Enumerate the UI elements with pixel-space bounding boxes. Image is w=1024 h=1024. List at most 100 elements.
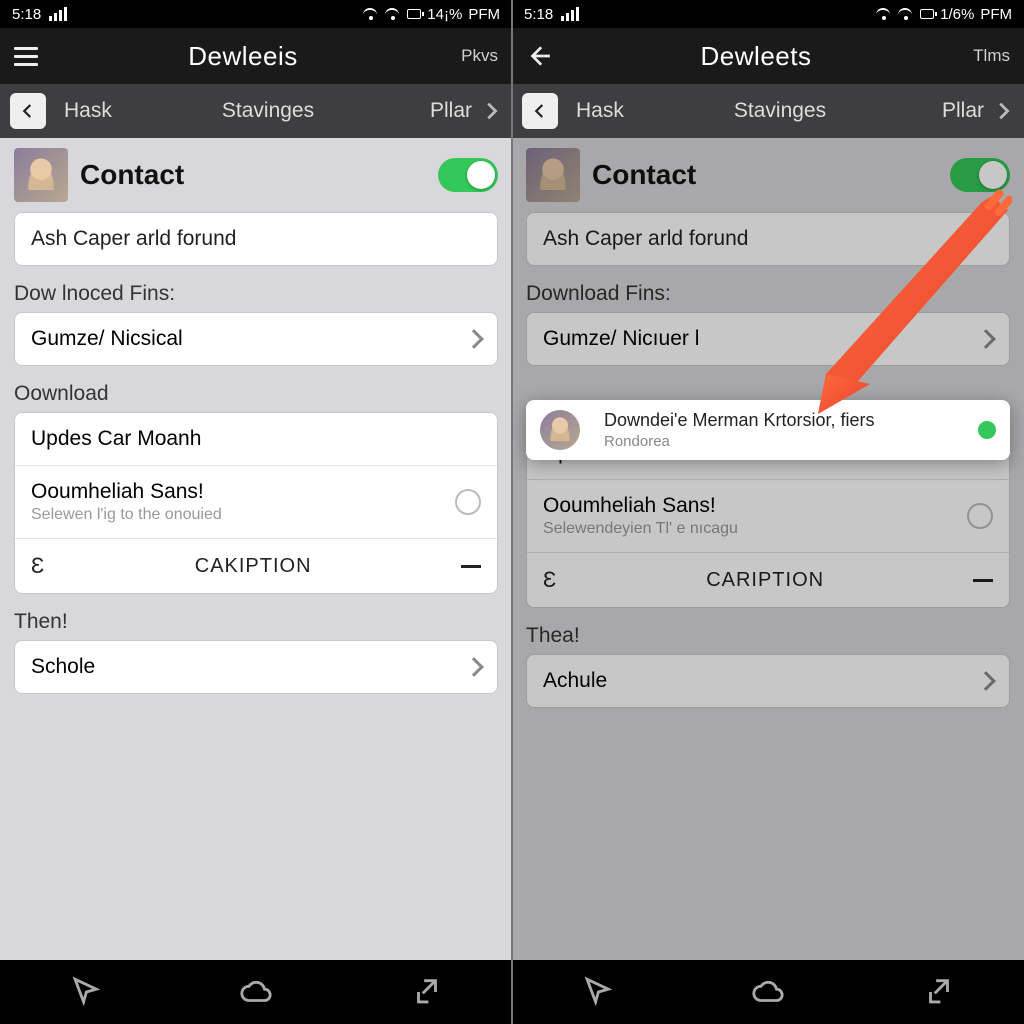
subnav-item-3[interactable]: Pllar <box>333 99 480 123</box>
wifi-icon <box>363 8 379 20</box>
contact-toggle[interactable] <box>950 158 1010 192</box>
select-card-1: Gumze/ Nicsical <box>14 312 498 366</box>
status-dot-icon <box>978 421 996 439</box>
then-card: Achule <box>526 654 1010 708</box>
content-area: Contact Ash Caper arld forund Download F… <box>512 138 1024 960</box>
download-row-2[interactable]: Ooumheliah Sans! Selewendeyien Tl' e nıc… <box>527 479 1009 552</box>
select-row-1[interactable]: Gumze/ Nicıuer l <box>527 313 1009 365</box>
app-header: Dewleeis Pkvs <box>0 28 512 84</box>
radio-empty-icon[interactable] <box>967 503 993 529</box>
status-suffix: PFM <box>468 6 500 23</box>
download-row-2-sub: Selewen l'ig to the onouied <box>31 506 222 524</box>
subnav-item-3[interactable]: Pllar <box>845 99 992 123</box>
name-field[interactable]: Ash Caper arld forund <box>15 213 497 265</box>
name-field-card: Ash Caper arld forund <box>14 212 498 266</box>
caption-row[interactable]: Ɛ CAKIPTION <box>15 538 497 593</box>
chevron-right-icon <box>976 671 996 691</box>
status-time: 5:18 <box>524 6 553 23</box>
minus-icon <box>461 565 481 568</box>
chevron-right-icon <box>464 657 484 677</box>
battery-icon <box>920 9 934 19</box>
chevron-right-icon <box>976 329 996 349</box>
download-row-1[interactable]: Updes Car Moanh <box>15 413 497 465</box>
header-action[interactable]: Tlms <box>960 46 1010 66</box>
select-card-1: Gumze/ Nicıuer l <box>526 312 1010 366</box>
nav-mouse-icon[interactable] <box>68 975 102 1009</box>
subnav-back-button[interactable] <box>522 93 558 129</box>
status-bar: 5:18 1/6% PFM <box>512 0 1024 28</box>
popup-title: Downdei'e Merman Krtorsior, fiers <box>604 410 966 431</box>
header-title: Dewleeis <box>38 41 448 72</box>
contact-header-row: Contact <box>14 138 498 212</box>
nav-share-icon[interactable] <box>922 975 956 1009</box>
header-title: Dewleets <box>552 41 960 72</box>
caption-label: CAKIPTION <box>195 555 312 578</box>
download-row-2-sub: Selewendeyien Tl' e nıcagu <box>543 520 738 538</box>
name-field-card: Ash Caper arld forund <box>526 212 1010 266</box>
wifi-icon-2 <box>898 8 914 20</box>
select-value-1: Gumze/ Nicıuer l <box>543 327 699 351</box>
section-label-download-fins: Dow lnoced Fins: <box>14 282 498 306</box>
subnav-forward-icon[interactable] <box>992 100 1014 122</box>
subnav-item-1[interactable]: Hask <box>568 99 707 123</box>
contact-header-row: Contact <box>526 138 1010 212</box>
content-area: Contact Ash Caper arld forund Dow lnoced… <box>0 138 512 960</box>
section-label-then: Then! <box>14 610 498 634</box>
download-row-2-title: Ooumheliah Sans! <box>31 480 222 504</box>
header-action[interactable]: Pkvs <box>448 46 498 66</box>
bottom-bar <box>512 960 1024 1024</box>
sub-nav: Hask Stavinges Pllar <box>512 84 1024 138</box>
battery-icon <box>407 9 421 19</box>
chevron-right-icon <box>464 329 484 349</box>
section-label-then: Thea! <box>526 624 1010 648</box>
download-card: Updes Car Moanh Ooumheliah Sans! Selewen… <box>14 412 498 594</box>
subnav-item-2[interactable]: Stavinges <box>707 99 846 123</box>
status-suffix: PFM <box>980 6 1012 23</box>
status-bar: 5:18 14¡% PFM <box>0 0 512 28</box>
subnav-item-2[interactable]: Stavinges <box>195 99 334 123</box>
download-popup[interactable]: Downdei'e Merman Krtorsior, fiers Rondor… <box>526 400 1010 460</box>
menu-icon[interactable] <box>14 47 38 66</box>
avatar[interactable] <box>14 148 68 202</box>
radio-empty-icon[interactable] <box>455 489 481 515</box>
then-row-label: Achule <box>543 669 607 693</box>
epsilon-icon: Ɛ <box>543 567 557 593</box>
signal-icon <box>49 7 67 21</box>
wifi-icon <box>876 8 892 20</box>
signal-icon <box>561 7 579 21</box>
epsilon-icon: Ɛ <box>31 553 45 579</box>
download-row-2[interactable]: Ooumheliah Sans! Selewen l'ig to the ono… <box>15 465 497 538</box>
avatar[interactable] <box>526 148 580 202</box>
select-value-1: Gumze/ Nicsical <box>31 327 183 351</box>
subnav-item-1[interactable]: Hask <box>56 99 195 123</box>
then-card: Schole <box>14 640 498 694</box>
subnav-forward-icon[interactable] <box>480 100 502 122</box>
then-row[interactable]: Schole <box>15 641 497 693</box>
battery-pct: 14¡% <box>427 6 462 23</box>
back-icon[interactable] <box>526 43 552 69</box>
caption-row[interactable]: Ɛ CARIPTION <box>527 552 1009 607</box>
sub-nav: Hask Stavinges Pllar <box>0 84 512 138</box>
then-row[interactable]: Achule <box>527 655 1009 707</box>
download-row-2-title: Ooumheliah Sans! <box>543 494 738 518</box>
download-row-1-label: Updes Car Moanh <box>31 427 201 451</box>
vertical-divider <box>511 0 513 1024</box>
popup-avatar <box>540 410 580 450</box>
name-field[interactable]: Ash Caper arld forund <box>527 213 1009 265</box>
subnav-back-button[interactable] <box>10 93 46 129</box>
minus-icon <box>973 579 993 582</box>
caption-label: CARIPTION <box>706 569 824 592</box>
select-row-1[interactable]: Gumze/ Nicsical <box>15 313 497 365</box>
contact-title: Contact <box>80 159 438 191</box>
bottom-bar <box>0 960 512 1024</box>
status-time: 5:18 <box>12 6 41 23</box>
contact-toggle[interactable] <box>438 158 498 192</box>
nav-cloud-icon[interactable] <box>239 975 273 1009</box>
popup-sub: Rondorea <box>604 433 966 450</box>
nav-mouse-icon[interactable] <box>580 975 614 1009</box>
battery-pct: 1/6% <box>940 6 974 23</box>
nav-cloud-icon[interactable] <box>751 975 785 1009</box>
contact-title: Contact <box>592 159 950 191</box>
then-row-label: Schole <box>31 655 95 679</box>
nav-share-icon[interactable] <box>410 975 444 1009</box>
